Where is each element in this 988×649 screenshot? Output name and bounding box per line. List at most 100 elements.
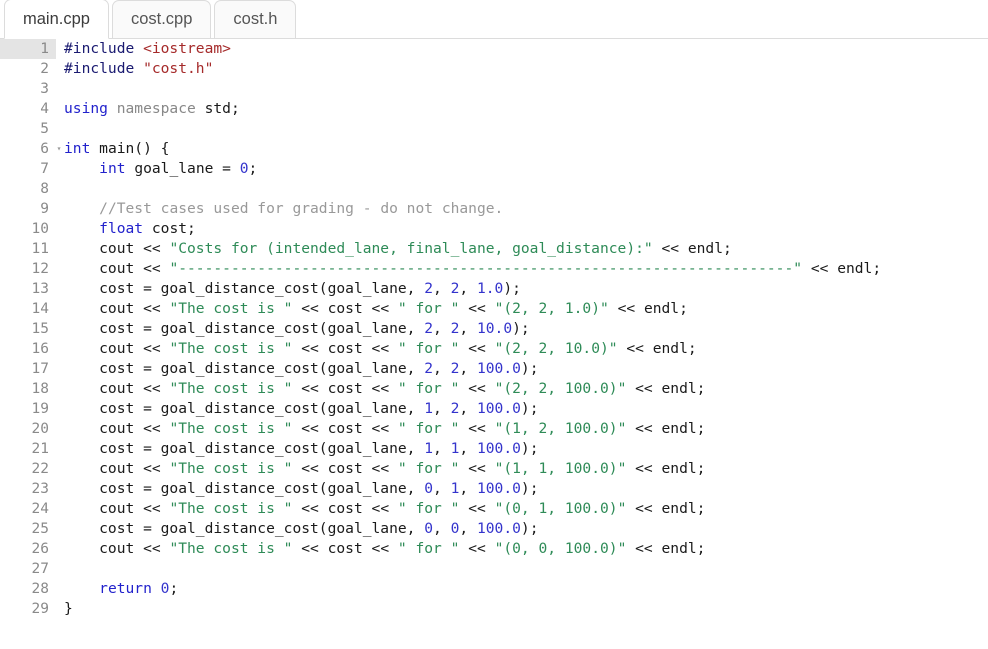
code-token-plain: , — [459, 520, 477, 537]
code-line[interactable] — [64, 119, 988, 139]
line-number[interactable]: 6 ▾ — [0, 139, 61, 159]
code-line[interactable]: cout << "The cost is " << cost << " for … — [64, 379, 988, 399]
code-line[interactable]: cost = goal_distance_cost(goal_lane, 0, … — [64, 479, 988, 499]
code-token-plain: << — [459, 500, 495, 517]
line-number[interactable]: 1 — [0, 39, 56, 59]
code-content-area[interactable]: #include <iostream> #include "cost.h" usi… — [57, 39, 988, 649]
line-number[interactable]: 25 — [0, 519, 56, 539]
code-token-kw: float — [99, 220, 152, 237]
code-line[interactable]: using namespace std; — [64, 99, 988, 119]
line-number[interactable]: 18 — [0, 379, 56, 399]
code-line[interactable]: } — [64, 599, 988, 619]
code-token-pre: #include — [64, 40, 144, 57]
line-number[interactable]: 19 — [0, 399, 56, 419]
code-token-plain: ); — [520, 520, 539, 537]
code-line[interactable]: cost = goal_distance_cost(goal_lane, 0, … — [64, 519, 988, 539]
tab-cost-cpp[interactable]: cost.cpp — [111, 0, 212, 38]
code-token-str: "The cost is " — [169, 340, 293, 357]
line-number[interactable]: 13 — [0, 279, 56, 299]
code-line[interactable]: cout << "Costs for (intended_lane, final… — [64, 239, 988, 259]
line-number[interactable]: 27 — [0, 559, 56, 579]
code-line[interactable]: cout << "The cost is " << cost << " for … — [64, 539, 988, 559]
code-token-plain: << endl; — [626, 420, 706, 437]
code-line[interactable]: cost = goal_distance_cost(goal_lane, 1, … — [64, 439, 988, 459]
code-line[interactable]: cout << "-------------------------------… — [64, 259, 988, 279]
line-number[interactable]: 7 — [0, 159, 56, 179]
code-token-num: 0 — [239, 160, 249, 177]
code-line[interactable]: cout << "The cost is " << cost << " for … — [64, 499, 988, 519]
code-token-str: "The cost is " — [169, 300, 293, 317]
code-line[interactable] — [64, 559, 988, 579]
code-line[interactable]: #include <iostream> — [64, 39, 988, 59]
code-token-num: 0 — [424, 520, 434, 537]
code-token-num: 10.0 — [476, 320, 513, 337]
code-token-str: " for " — [397, 380, 460, 397]
code-token-kw: int — [99, 160, 135, 177]
line-number[interactable]: 15 — [0, 319, 56, 339]
code-token-str: "The cost is " — [169, 500, 293, 517]
code-line[interactable]: cout << "The cost is " << cost << " for … — [64, 419, 988, 439]
code-line[interactable]: cost = goal_distance_cost(goal_lane, 2, … — [64, 279, 988, 299]
code-token-num: 1.0 — [476, 280, 504, 297]
line-number[interactable]: 14 — [0, 299, 56, 319]
code-token-plain: << cost << — [292, 300, 398, 317]
line-number[interactable]: 24 — [0, 499, 56, 519]
code-token-num: 100.0 — [476, 520, 521, 537]
code-token-num: 1 — [424, 440, 434, 457]
line-number[interactable]: 29 — [0, 599, 56, 619]
code-token-plain: , — [459, 320, 477, 337]
code-line[interactable]: cout << "The cost is " << cost << " for … — [64, 459, 988, 479]
code-token-kw: using — [64, 100, 117, 117]
code-line[interactable]: #include "cost.h" — [64, 59, 988, 79]
line-number[interactable]: 9 — [0, 199, 56, 219]
code-token-plain: cout << — [64, 380, 170, 397]
line-number[interactable]: 22 — [0, 459, 56, 479]
code-line[interactable]: int goal_lane = 0; — [64, 159, 988, 179]
line-number[interactable]: 8 — [0, 179, 56, 199]
line-number[interactable]: 16 — [0, 339, 56, 359]
line-number[interactable]: 11 — [0, 239, 56, 259]
code-line[interactable]: cout << "The cost is " << cost << " for … — [64, 299, 988, 319]
code-line[interactable]: //Test cases used for grading - do not c… — [64, 199, 988, 219]
line-number[interactable]: 26 — [0, 539, 56, 559]
line-number[interactable]: 3 — [0, 79, 56, 99]
code-line[interactable]: cost = goal_distance_cost(goal_lane, 2, … — [64, 359, 988, 379]
code-token-num: 100.0 — [476, 400, 521, 417]
line-number[interactable]: 10 — [0, 219, 56, 239]
line-number[interactable]: 20 — [0, 419, 56, 439]
code-token-num: 100.0 — [476, 360, 521, 377]
code-line[interactable] — [64, 79, 988, 99]
code-line[interactable]: cost = goal_distance_cost(goal_lane, 2, … — [64, 319, 988, 339]
line-number[interactable]: 28 — [0, 579, 56, 599]
code-line[interactable]: cout << "The cost is " << cost << " for … — [64, 339, 988, 359]
code-line[interactable]: return 0; — [64, 579, 988, 599]
tab-main-cpp[interactable]: main.cpp — [4, 0, 109, 39]
tab-cost-h[interactable]: cost.h — [214, 0, 297, 38]
code-token-plain: << endl; — [608, 300, 688, 317]
code-line[interactable] — [64, 179, 988, 199]
code-token-num: 100.0 — [476, 480, 521, 497]
code-line[interactable]: int main() { — [64, 139, 988, 159]
line-number[interactable]: 4 — [0, 99, 56, 119]
line-number[interactable]: 23 — [0, 479, 56, 499]
line-number[interactable]: 5 — [0, 119, 56, 139]
code-token-plain: , — [433, 320, 451, 337]
code-token-plain: ); — [520, 360, 539, 377]
code-token-str: "(0, 0, 100.0)" — [494, 540, 627, 557]
code-token-inc: <iostream> — [143, 40, 231, 57]
code-token-plain: cout << — [64, 340, 170, 357]
code-token-plain: ; — [248, 160, 258, 177]
line-number[interactable]: 12 — [0, 259, 56, 279]
code-line[interactable]: cost = goal_distance_cost(goal_lane, 1, … — [64, 399, 988, 419]
code-token-plain: << — [459, 460, 495, 477]
line-number[interactable]: 21 — [0, 439, 56, 459]
code-line[interactable]: float cost; — [64, 219, 988, 239]
code-token-plain: ; — [169, 580, 179, 597]
code-token-plain: << cost << — [292, 380, 398, 397]
line-number[interactable]: 2 — [0, 59, 56, 79]
code-token-plain: << — [459, 300, 495, 317]
line-number[interactable]: 17 — [0, 359, 56, 379]
code-token-plain: << endl; — [652, 240, 732, 257]
